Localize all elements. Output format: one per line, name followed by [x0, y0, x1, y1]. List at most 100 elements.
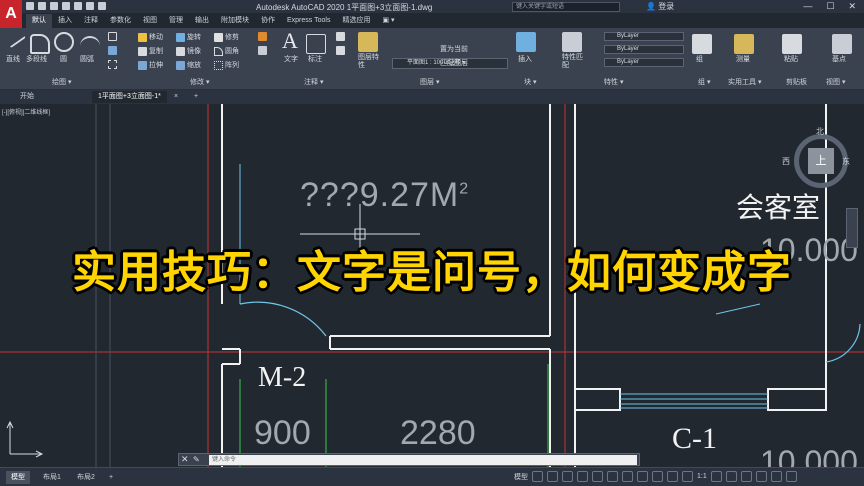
viewcube[interactable]: 上 北 西 东 [782, 126, 856, 196]
isolate-objects-icon[interactable] [740, 471, 752, 482]
base-point-button[interactable]: 基点 [832, 54, 846, 64]
tab-layout2[interactable]: 布局2 [72, 471, 100, 484]
viewport-controls[interactable]: [-][俯视][二维线框] [2, 107, 50, 116]
arc-icon[interactable] [80, 36, 100, 56]
new-file-icon[interactable] [26, 2, 34, 10]
insert-block-icon[interactable] [516, 32, 536, 52]
boundary-icon[interactable] [108, 60, 117, 69]
panel-view-label[interactable]: 视图 ▾ [826, 77, 845, 87]
snap-icon[interactable] [547, 471, 558, 482]
maximize-button[interactable]: ☐ [826, 1, 834, 12]
lineweight-dropdown[interactable]: ByLayer [604, 58, 684, 67]
array-button[interactable]: 阵列 [214, 60, 239, 70]
group-icon[interactable] [692, 34, 712, 54]
model-space-label[interactable]: 模型 [514, 472, 528, 482]
base-point-icon[interactable] [832, 34, 852, 54]
login-button[interactable]: 👤 登录 [646, 1, 674, 12]
annotation-scale[interactable]: 1:1 [697, 473, 707, 480]
panel-utilities-label[interactable]: 实用工具 ▾ [728, 77, 761, 87]
panel-layers-label[interactable]: 图层 ▾ [420, 77, 439, 87]
osnap-icon[interactable] [592, 471, 603, 482]
trim-button[interactable]: 修剪 [214, 32, 239, 42]
line-button[interactable]: 直线 [6, 54, 20, 64]
tab-layout1[interactable]: 布局1 [38, 471, 66, 484]
tab-manage[interactable]: 管理 [163, 14, 189, 28]
panel-draw-label[interactable]: 绘图 ▾ [52, 77, 71, 87]
tab-featured-apps[interactable]: 精选应用 [336, 14, 376, 28]
tab-drawing[interactable]: 1平面图+3立面图-1* [92, 91, 167, 103]
panel-group-label[interactable]: 组 ▾ [698, 77, 710, 87]
hatch-icon[interactable] [108, 46, 117, 55]
color-dropdown[interactable]: ByLayer [604, 32, 684, 41]
match-properties-icon[interactable] [562, 32, 582, 52]
arc-button[interactable]: 圆弧 [80, 54, 94, 64]
rectangle-icon[interactable] [108, 32, 117, 41]
clean-screen-icon[interactable] [770, 471, 782, 482]
circle-icon[interactable] [54, 32, 74, 52]
minimize-button[interactable]: — [803, 1, 812, 12]
save-as-icon[interactable] [62, 2, 70, 10]
line-icon[interactable] [4, 27, 26, 49]
circle-button[interactable]: 圆 [60, 54, 67, 64]
close-button[interactable]: ✕ [848, 1, 856, 12]
text-icon[interactable]: A [282, 28, 298, 54]
autocad-logo[interactable]: A [0, 0, 22, 28]
transparency-icon[interactable] [637, 471, 648, 482]
pencil-icon[interactable] [258, 32, 267, 41]
fillet-button[interactable]: 圆角 [214, 46, 239, 56]
layer-properties-button[interactable]: 图层特性 [358, 54, 382, 70]
scale-button[interactable]: 缩放 [176, 60, 201, 70]
hardware-acceleration-icon[interactable] [755, 471, 767, 482]
close-command-icon[interactable]: ✕ [181, 454, 189, 465]
dimension-icon[interactable] [306, 34, 326, 54]
search-input[interactable]: 键入关键字或短语 [512, 2, 620, 12]
rotate-button[interactable]: 旋转 [176, 32, 201, 42]
insert-block-button[interactable]: 插入 [518, 54, 532, 64]
match-layer-button[interactable]: 匹配图层 [440, 58, 468, 68]
group-button[interactable]: 组 [696, 54, 703, 64]
ortho-icon[interactable] [562, 471, 573, 482]
customization-menu-icon[interactable] [785, 471, 797, 482]
add-layout-button[interactable]: + [104, 471, 118, 484]
set-current-button[interactable]: 置为当前 [440, 44, 468, 54]
leader-icon[interactable] [336, 32, 345, 41]
lineweight-icon[interactable] [622, 471, 633, 482]
polar-icon[interactable] [577, 471, 588, 482]
panel-block-label[interactable]: 块 ▾ [524, 77, 536, 87]
viewcube-top-face[interactable]: 上 [808, 148, 834, 174]
close-tab-icon[interactable]: × [168, 91, 184, 103]
text-button[interactable]: 文字 [284, 54, 298, 64]
tab-output[interactable]: 输出 [189, 14, 215, 28]
compass-east[interactable]: 东 [842, 156, 850, 167]
tab-express-tools[interactable]: Express Tools [281, 14, 336, 28]
tab-insert[interactable]: 插入 [52, 14, 78, 28]
explode-icon[interactable] [258, 46, 267, 55]
tab-more[interactable]: ▣ ▾ [376, 14, 400, 28]
match-properties-button[interactable]: 特性匹配 [562, 54, 584, 70]
layer-properties-icon[interactable] [358, 32, 378, 52]
panel-annotate-label[interactable]: 注释 ▾ [304, 77, 323, 87]
tab-parametric[interactable]: 参数化 [104, 14, 137, 28]
grid-icon[interactable] [532, 471, 543, 482]
open-file-icon[interactable] [38, 2, 46, 10]
polyline-icon[interactable] [30, 34, 50, 54]
command-input[interactable]: 键入命令 [209, 455, 637, 465]
auto-scale-icon[interactable] [682, 471, 693, 482]
polyline-button[interactable]: 多段线 [26, 54, 47, 64]
panel-properties-label[interactable]: 特性 ▾ [604, 77, 623, 87]
undo-icon[interactable] [86, 2, 94, 10]
table-icon[interactable] [336, 46, 345, 55]
tab-view[interactable]: 视图 [137, 14, 163, 28]
tab-model[interactable]: 模型 [6, 471, 30, 484]
tab-start[interactable]: 开始 [14, 91, 40, 103]
copy-button[interactable]: 复制 [138, 46, 163, 56]
mirror-button[interactable]: 镜像 [176, 46, 201, 56]
compass-north[interactable]: 北 [816, 126, 824, 137]
tab-addins[interactable]: 附加模块 [215, 14, 255, 28]
redo-icon[interactable] [98, 2, 106, 10]
measure-icon[interactable] [734, 34, 754, 54]
navigation-bar[interactable] [846, 208, 858, 248]
annotation-visibility-icon[interactable] [667, 471, 678, 482]
paste-button[interactable]: 粘贴 [784, 54, 798, 64]
panel-modify-label[interactable]: 修改 ▾ [190, 77, 209, 87]
